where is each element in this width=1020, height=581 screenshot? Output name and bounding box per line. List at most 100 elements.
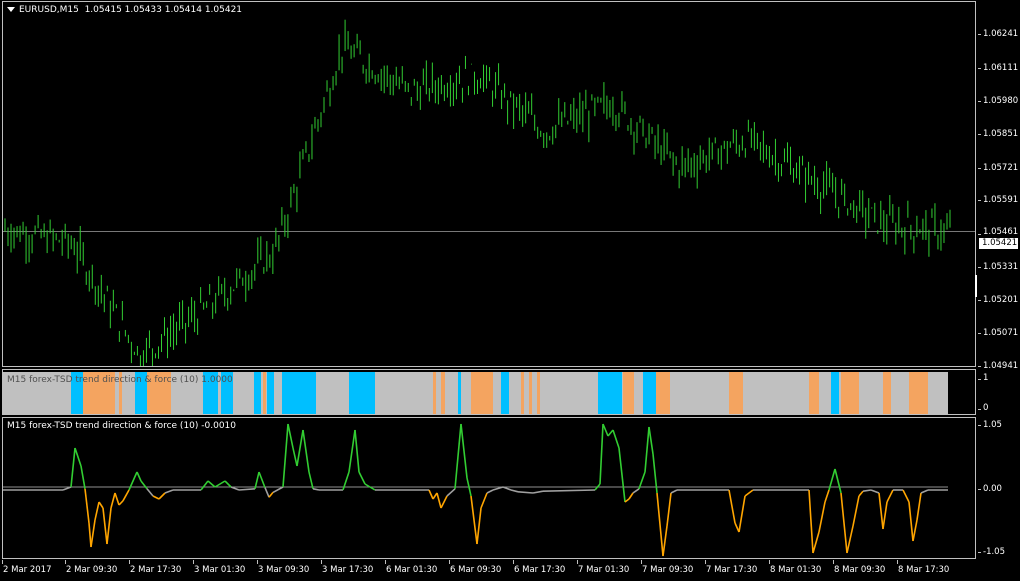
trend-bar xyxy=(909,372,928,414)
force-segment xyxy=(440,495,448,509)
chart-menu-caret-icon[interactable] xyxy=(7,7,15,12)
force-segment xyxy=(532,490,544,494)
force-segment xyxy=(94,501,100,521)
time-label: 7 Mar 01:30 xyxy=(578,565,630,575)
force-segment xyxy=(146,488,154,497)
force-segment xyxy=(599,423,604,485)
trend-bar xyxy=(643,372,656,414)
force-segment xyxy=(282,423,289,488)
force-segment xyxy=(607,429,614,437)
force-segment xyxy=(840,492,848,554)
main-chart-label: EURUSD,M15 1.05415 1.05433 1.05414 1.054… xyxy=(7,5,242,15)
force-segment xyxy=(110,492,116,509)
force-segment xyxy=(164,489,174,494)
trend-bar xyxy=(841,372,859,414)
price-label: 1.06111 xyxy=(983,63,1019,73)
force-segment xyxy=(200,480,209,491)
time-label: 2 Mar 2017 xyxy=(3,565,52,575)
time-label: 8 Mar 01:30 xyxy=(770,565,822,575)
ind2-axis-label: 0.00 xyxy=(983,484,1002,494)
force-segment xyxy=(602,423,609,437)
time-label: 6 Mar 17:30 xyxy=(514,565,566,575)
force-segment xyxy=(648,426,654,455)
force-segment xyxy=(818,501,826,533)
force-segment xyxy=(912,519,918,542)
indicator1-pane[interactable]: M15 forex-TSD trend direction & force (1… xyxy=(2,369,976,415)
trend-bar xyxy=(433,372,436,414)
price-label: 1.06241 xyxy=(983,29,1019,39)
force-segment xyxy=(666,492,672,527)
force-segment xyxy=(824,489,830,503)
force-segment xyxy=(122,489,130,502)
force-segment xyxy=(238,488,256,491)
time-label: 2 Mar 09:30 xyxy=(66,565,118,575)
force-segment xyxy=(114,492,120,506)
force-segment xyxy=(878,492,884,530)
time-label: 7 Mar 17:30 xyxy=(706,565,758,575)
force-segment xyxy=(834,468,842,494)
force-segment xyxy=(734,522,740,533)
time-label: 6 Mar 01:30 xyxy=(386,565,438,575)
force-segment xyxy=(62,486,72,491)
time-label: 6 Mar 09:30 xyxy=(450,565,502,575)
force-segment xyxy=(886,489,894,503)
force-segment xyxy=(612,429,620,449)
force-segment xyxy=(296,429,304,467)
trend-bar xyxy=(729,372,743,414)
force-segment xyxy=(70,447,76,488)
force-segment xyxy=(348,429,356,473)
force-segment xyxy=(486,489,494,494)
trend-bar xyxy=(598,372,622,414)
force-segment xyxy=(638,471,646,490)
ind1-axis-label: 0 xyxy=(983,403,989,413)
force-segment xyxy=(436,492,442,509)
force-segment xyxy=(470,495,478,545)
ind2-axis-label: -1.05 xyxy=(983,547,1005,557)
trend-bar xyxy=(831,372,839,414)
trend-bar xyxy=(537,372,540,414)
trend-bar xyxy=(267,372,274,414)
force-segment xyxy=(618,447,626,503)
trend-bar xyxy=(263,372,266,414)
force-segment xyxy=(502,486,512,491)
price-label: 1.04941 xyxy=(983,361,1019,371)
force-segment xyxy=(662,525,668,557)
force-segment xyxy=(460,423,468,479)
force-segment xyxy=(902,489,910,503)
trend-bar xyxy=(521,372,524,414)
time-label: 8 Mar 09:30 xyxy=(834,565,886,575)
force-segment xyxy=(152,495,160,500)
force-segment xyxy=(268,491,274,498)
force-segment xyxy=(517,491,534,494)
price-axis: 1.06241 1.06111 1.05980 1.05851 1.05721 … xyxy=(975,0,1020,560)
scroll-marker[interactable] xyxy=(975,275,977,297)
force-segment xyxy=(670,489,678,494)
force-segment xyxy=(862,489,872,492)
trend-bar xyxy=(809,372,819,414)
time-axis: 2 Mar 2017 2 Mar 09:30 2 Mar 17:30 3 Mar… xyxy=(0,560,980,581)
force-segment xyxy=(224,480,232,488)
force-segment xyxy=(656,492,664,557)
trend-bar xyxy=(349,372,375,414)
force-segment xyxy=(302,429,310,473)
force-segment xyxy=(510,489,519,493)
force-segment xyxy=(106,507,112,545)
force-segment xyxy=(292,447,298,467)
force-segment xyxy=(908,501,914,542)
time-label: 3 Mar 09:30 xyxy=(258,565,310,575)
force-segment xyxy=(207,480,216,488)
force-segment xyxy=(136,471,142,482)
force-segment xyxy=(74,447,82,467)
main-chart-pane[interactable]: EURUSD,M15 1.05415 1.05433 1.05414 1.054… xyxy=(2,1,976,367)
time-label: 3 Mar 01:30 xyxy=(194,565,246,575)
force-segment xyxy=(88,522,92,548)
force-segment xyxy=(254,471,260,489)
force-segment xyxy=(454,423,462,489)
ind1-axis-label: 1 xyxy=(983,373,989,383)
trend-bar xyxy=(529,372,532,414)
force-segment xyxy=(428,489,434,500)
force-segment xyxy=(812,531,820,554)
force-segment xyxy=(308,471,314,489)
force-segment xyxy=(354,429,360,473)
indicator2-pane[interactable]: M15 forex-TSD trend direction & force (1… xyxy=(2,417,976,559)
